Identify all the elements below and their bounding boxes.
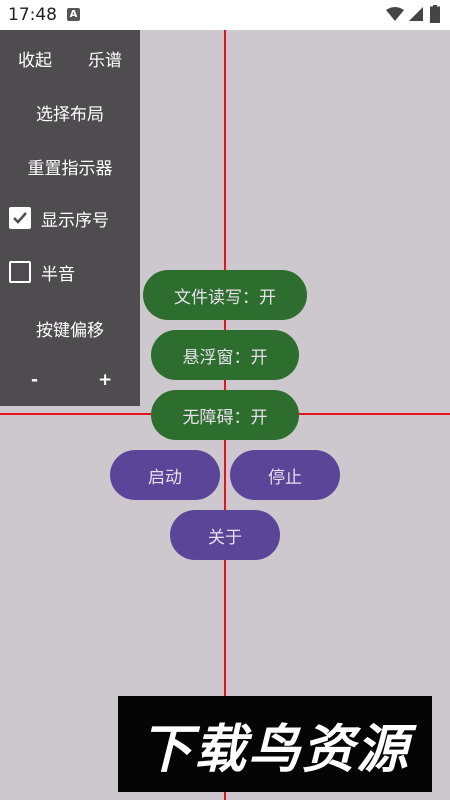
show-sequence-checkbox[interactable] bbox=[9, 207, 31, 229]
panel-top-row: 收起 乐谱 bbox=[0, 46, 140, 71]
battery-icon bbox=[430, 5, 440, 23]
about-button[interactable]: 关于 bbox=[170, 510, 280, 560]
side-panel: 收起 乐谱 选择布局 重置指示器 显示序号 半音 按键偏移 - + bbox=[0, 30, 140, 406]
sheet-music-button[interactable]: 乐谱 bbox=[88, 46, 122, 71]
status-bar: 17:48 A bbox=[0, 0, 450, 30]
check-icon bbox=[13, 212, 27, 224]
key-offset-label: 按键偏移 bbox=[36, 321, 104, 341]
floating-window-button[interactable]: 悬浮窗：开 bbox=[151, 330, 299, 380]
accessibility-button[interactable]: 无障碍：开 bbox=[151, 390, 299, 440]
reset-indicator-button[interactable]: 重置指示器 bbox=[0, 154, 140, 179]
file-rw-button[interactable]: 文件读写：开 bbox=[143, 270, 307, 320]
notification-a-icon: A bbox=[67, 8, 80, 21]
show-sequence-label: 显示序号 bbox=[41, 210, 109, 231]
semitone-toggle[interactable]: 半音 bbox=[9, 260, 75, 285]
collapse-button[interactable]: 收起 bbox=[18, 46, 52, 71]
status-time: 17:48 bbox=[8, 5, 57, 25]
semitone-checkbox[interactable] bbox=[9, 261, 31, 283]
offset-plus-button[interactable]: + bbox=[98, 370, 112, 390]
select-layout-button[interactable]: 选择布局 bbox=[0, 100, 140, 125]
signal-icon bbox=[409, 7, 423, 21]
offset-minus-button[interactable]: - bbox=[31, 370, 38, 390]
start-button[interactable]: 启动 bbox=[110, 450, 220, 500]
show-sequence-toggle[interactable]: 显示序号 bbox=[9, 206, 109, 231]
watermark-logo: 下载鸟资源 bbox=[118, 696, 432, 792]
wifi-icon bbox=[386, 7, 404, 21]
stop-button[interactable]: 停止 bbox=[230, 450, 340, 500]
semitone-label: 半音 bbox=[41, 264, 75, 285]
